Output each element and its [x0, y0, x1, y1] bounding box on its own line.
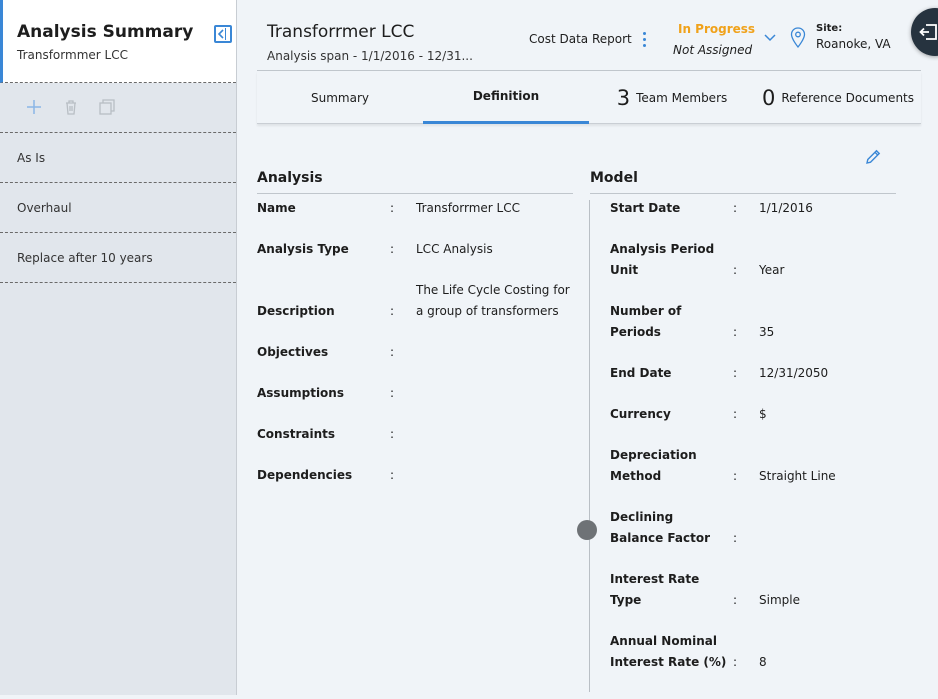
field-value: 8 [759, 655, 767, 669]
tab-definition[interactable]: Definition [423, 71, 589, 124]
field-value: 12/31/2050 [759, 366, 829, 380]
field-value: The Life Cycle Costing for [416, 283, 570, 297]
field-colon: : [733, 531, 738, 545]
site-value: Roanoke, VA [816, 37, 891, 51]
tab-label: Team Members [636, 90, 728, 105]
tab-reference-documents[interactable]: 0 Reference Documents [755, 71, 921, 124]
exit-icon [919, 24, 937, 40]
field-colon: : [390, 304, 395, 318]
tab-summary[interactable]: Summary [257, 71, 423, 124]
sidebar-item-label: As Is [17, 150, 46, 165]
field-label: Analysis Type [257, 242, 349, 256]
field-label: Annual Nominal [610, 634, 717, 648]
sidebar-item-replace[interactable]: Replace after 10 years [0, 233, 236, 283]
field-label: Analysis Period [610, 242, 715, 256]
field-value: 35 [759, 325, 775, 339]
field-value: LCC Analysis [416, 242, 493, 256]
field-colon: : [390, 242, 395, 256]
column-resize-handle[interactable] [577, 520, 597, 540]
field-label: Currency [610, 407, 671, 421]
page-title: Transforrmer LCC [267, 22, 415, 42]
field-label: Periods [610, 325, 661, 339]
field-colon: : [390, 201, 395, 215]
tab-label: Definition [472, 89, 540, 103]
field-label: Unit [610, 263, 639, 277]
analysis-section-rule [257, 193, 573, 194]
tab-label: Reference Documents [781, 90, 915, 105]
sidebar-item-label: Replace after 10 years [17, 250, 153, 265]
location-pin-icon [790, 27, 806, 49]
field-label: Depreciation [610, 448, 697, 462]
sidebar-item-as-is[interactable]: As Is [0, 133, 236, 183]
chevron-down-icon[interactable] [763, 33, 777, 43]
tab-team-members[interactable]: 3 Team Members [589, 71, 755, 124]
tab-count: 0 [761, 85, 776, 110]
field-label: Number of [610, 304, 682, 318]
sidebar-subtitle: Transformmer LCC [17, 48, 128, 62]
field-label: Type [610, 593, 642, 607]
field-colon: : [390, 427, 395, 441]
analysis-section-title: Analysis [257, 170, 323, 186]
field-colon: : [390, 345, 395, 359]
model-section-rule [590, 193, 896, 194]
status-badge: In Progress [678, 22, 756, 36]
collapse-panel-icon[interactable] [214, 25, 232, 43]
field-label: Assumptions [257, 386, 344, 400]
field-value: $ [759, 407, 767, 421]
column-divider [589, 200, 590, 692]
copy-icon[interactable] [97, 97, 117, 117]
field-value: Straight Line [759, 469, 836, 483]
sidebar-title: Analysis Summary [17, 22, 194, 42]
field-colon: : [733, 407, 738, 421]
field-label: Interest Rate [610, 572, 700, 586]
field-colon: : [390, 386, 395, 400]
edit-pencil-icon[interactable] [864, 148, 882, 166]
field-label: Start Date [610, 201, 681, 215]
field-label: End Date [610, 366, 672, 380]
field-colon: : [733, 366, 738, 380]
tab-label: Summary [311, 90, 369, 105]
field-colon: : [733, 593, 738, 607]
field-value: a group of transformers [416, 304, 559, 318]
sidebar: Analysis Summary Transformmer LCC As Is … [0, 0, 237, 695]
field-label: Balance Factor [610, 531, 711, 545]
kebab-menu-icon[interactable] [641, 32, 647, 48]
field-colon: : [733, 655, 738, 669]
field-value: Year [759, 263, 785, 277]
field-label: Method [610, 469, 662, 483]
delete-icon[interactable] [61, 97, 81, 117]
field-value: Simple [759, 593, 800, 607]
field-value: Transforrmer LCC [416, 201, 520, 215]
field-label: Interest Rate (%) [610, 655, 727, 669]
sidebar-item-label: Overhaul [17, 200, 72, 215]
site-label: Site: [816, 23, 843, 34]
field-colon: : [733, 469, 738, 483]
sidebar-toolbar [0, 83, 236, 133]
tab-bar: Summary Definition 3 Team Members 0 Refere… [257, 71, 921, 124]
tab-count: 3 [616, 85, 631, 110]
model-section-title: Model [590, 170, 638, 186]
analysis-span: Analysis span - 1/1/2016 - 12/31... [267, 49, 473, 63]
exit-button[interactable] [911, 8, 938, 56]
field-label: Description [257, 304, 335, 318]
field-label: Dependencies [257, 468, 353, 482]
field-label: Objectives [257, 345, 329, 359]
add-icon[interactable] [24, 97, 44, 117]
assignment-status: Not Assigned [673, 43, 753, 57]
field-label: Declining [610, 510, 674, 524]
sidebar-header: Analysis Summary Transformmer LCC [0, 0, 236, 83]
field-label: Constraints [257, 427, 336, 441]
cost-data-report-link[interactable]: Cost Data Report [529, 32, 632, 46]
sidebar-item-overhaul[interactable]: Overhaul [0, 183, 236, 233]
field-colon: : [390, 468, 395, 482]
field-colon: : [733, 325, 738, 339]
field-label: Name [257, 201, 296, 215]
field-colon: : [733, 263, 738, 277]
page-header: Transforrmer LCC Analysis span - 1/1/201… [237, 0, 938, 71]
field-value: 1/1/2016 [759, 201, 813, 215]
field-colon: : [733, 201, 738, 215]
